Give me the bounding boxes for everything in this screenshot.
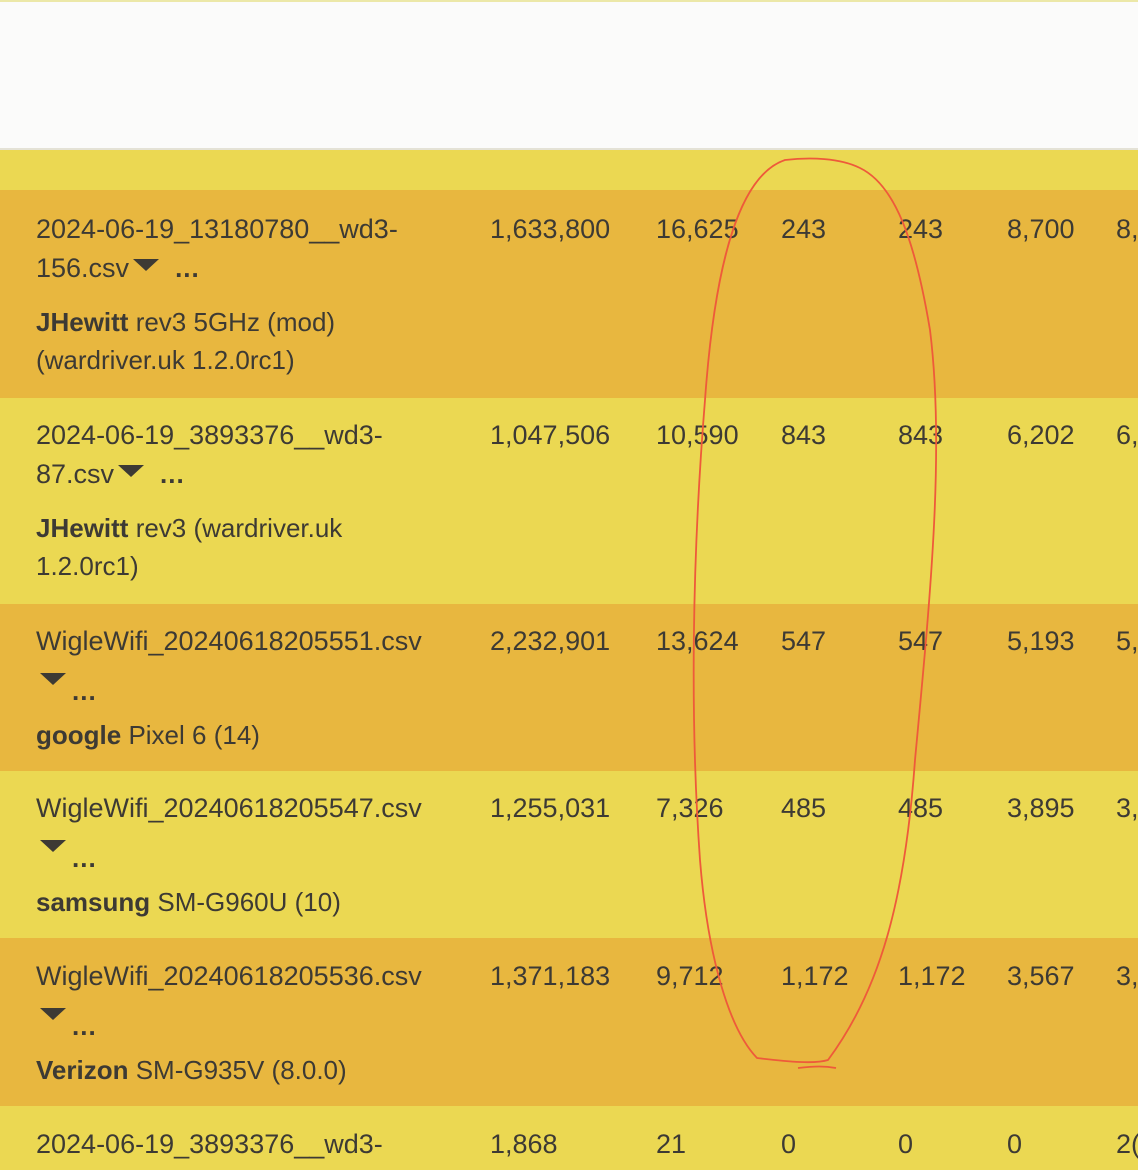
- file-name-line2[interactable]: 156.csv: [36, 253, 129, 283]
- device-model: Pixel 6 (14): [121, 720, 260, 750]
- device-cell: JHewitt rev3 (wardriver.uk 1.2.0rc1): [36, 509, 456, 585]
- table-row: 2024-06-19_3893376__wd3- 1,868 21 0 0 0 …: [0, 1106, 1138, 1170]
- device-model: rev3 (wardriver.uk: [128, 513, 343, 543]
- more-options[interactable]: ...: [72, 1013, 456, 1039]
- cell-col2: 16,625: [656, 214, 739, 244]
- caret-down-icon[interactable]: [118, 465, 145, 477]
- cell-col4: 843: [898, 420, 944, 450]
- device-brand: JHewitt: [36, 513, 129, 543]
- cell-col5: 3,895: [1007, 793, 1075, 823]
- more-options[interactable]: ...: [160, 459, 185, 489]
- cell-col6: 2(: [1116, 1129, 1138, 1159]
- cell-col4: 0: [898, 1129, 914, 1159]
- caret-down-icon[interactable]: [133, 259, 160, 271]
- cell-col1: 1,047,506: [490, 420, 611, 450]
- cell-col6: 6,: [1116, 420, 1138, 450]
- file-name-line1[interactable]: WigleWifi_20240618205547.csv: [36, 793, 422, 823]
- cell-col6: 3,: [1116, 961, 1138, 991]
- caret-down-icon[interactable]: [40, 673, 66, 685]
- caret-down-icon[interactable]: [40, 1008, 66, 1020]
- device-cell: Verizon SM-G935V (8.0.0): [36, 1051, 456, 1089]
- table-header-strip: [0, 152, 1138, 190]
- file-name-cell: WigleWifi_20240618205536.csv ...: [36, 957, 456, 1039]
- cell-col2: 13,624: [656, 626, 739, 656]
- file-name-line1[interactable]: WigleWifi_20240618205551.csv: [36, 626, 422, 656]
- cell-col3: 243: [781, 214, 827, 244]
- file-name-line1[interactable]: WigleWifi_20240618205536.csv: [36, 961, 422, 991]
- cell-col5: 5,193: [1007, 626, 1075, 656]
- cell-col3: 0: [781, 1129, 797, 1159]
- device-version: (wardriver.uk 1.2.0rc1): [36, 345, 295, 375]
- cell-col2: 21: [656, 1129, 687, 1159]
- cell-col1: 2,232,901: [490, 626, 611, 656]
- file-name-cell: 2024-06-19_3893376__wd3-: [36, 1125, 456, 1164]
- device-cell: samsung SM-G960U (10): [36, 883, 456, 921]
- table-row: WigleWifi_20240618205547.csv ... samsung…: [0, 771, 1138, 938]
- cell-col5: 3,567: [1007, 961, 1075, 991]
- device-brand: Verizon: [36, 1055, 129, 1085]
- file-name-cell: WigleWifi_20240618205547.csv ...: [36, 789, 456, 871]
- cell-col1: 1,255,031: [490, 793, 611, 823]
- cell-col4: 1,172: [898, 961, 966, 991]
- more-options[interactable]: ...: [72, 845, 456, 871]
- cell-col5: 0: [1007, 1129, 1023, 1159]
- device-model: SM-G935V (8.0.0): [128, 1055, 347, 1085]
- cell-col4: 547: [898, 626, 944, 656]
- table-row: WigleWifi_20240618205536.csv ... Verizon…: [0, 938, 1138, 1106]
- cell-col6: 3,: [1116, 793, 1138, 823]
- device-model: SM-G960U (10): [150, 887, 341, 917]
- cell-col1: 1,633,800: [490, 214, 611, 244]
- table-row: 2024-06-19_3893376__wd3- 87.csv... JHewi…: [0, 398, 1138, 604]
- device-version: 1.2.0rc1): [36, 551, 139, 581]
- cell-col3: 843: [781, 420, 827, 450]
- table-row: 2024-06-19_13180780__wd3- 156.csv... JHe…: [0, 190, 1138, 398]
- caret-down-icon[interactable]: [40, 840, 66, 852]
- more-options[interactable]: ...: [72, 678, 456, 704]
- file-name-line1[interactable]: 2024-06-19_3893376__wd3-: [36, 420, 383, 450]
- device-cell: google Pixel 6 (14): [36, 716, 456, 754]
- cell-col6: 5,: [1116, 626, 1138, 656]
- device-cell: JHewitt rev3 5GHz (mod) (wardriver.uk 1.…: [36, 303, 456, 379]
- file-name-cell: 2024-06-19_3893376__wd3- 87.csv...: [36, 416, 456, 494]
- file-name-line1[interactable]: 2024-06-19_13180780__wd3-: [36, 214, 398, 244]
- cell-col5: 8,700: [1007, 214, 1075, 244]
- cell-col5: 6,202: [1007, 420, 1075, 450]
- file-name-cell: WigleWifi_20240618205551.csv ...: [36, 622, 456, 704]
- device-brand: JHewitt: [36, 307, 129, 337]
- cell-col2: 9,712: [656, 961, 724, 991]
- top-toolbar: [0, 0, 1138, 150]
- cell-col3: 485: [781, 793, 827, 823]
- cell-col4: 243: [898, 214, 944, 244]
- cell-col3: 547: [781, 626, 827, 656]
- table-row: WigleWifi_20240618205551.csv ... google …: [0, 604, 1138, 771]
- cell-col1: 1,868: [490, 1129, 558, 1159]
- device-model: rev3 5GHz (mod): [128, 307, 336, 337]
- device-brand: google: [36, 720, 122, 750]
- cell-col1: 1,371,183: [490, 961, 611, 991]
- cell-col6: 8,: [1116, 214, 1138, 244]
- file-name-line1[interactable]: 2024-06-19_3893376__wd3-: [36, 1129, 383, 1159]
- cell-col2: 7,326: [656, 793, 724, 823]
- cell-col4: 485: [898, 793, 944, 823]
- more-options[interactable]: ...: [175, 253, 200, 283]
- file-name-line2[interactable]: 87.csv: [36, 459, 114, 489]
- cell-col2: 10,590: [656, 420, 739, 450]
- cell-col3: 1,172: [781, 961, 849, 991]
- file-name-cell: 2024-06-19_13180780__wd3- 156.csv...: [36, 210, 456, 288]
- device-brand: samsung: [36, 887, 151, 917]
